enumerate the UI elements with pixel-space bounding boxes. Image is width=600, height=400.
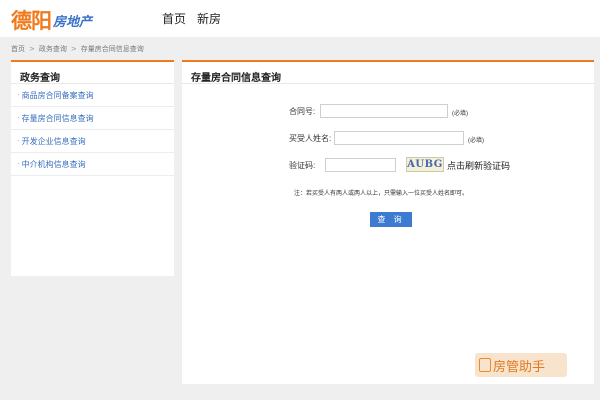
contract-number-label: 合同号: [289, 107, 316, 116]
breadcrumb: 首页 > 政务查询 > 存量房合同信息查询 [11, 44, 144, 54]
submit-query-button[interactable]: 查 询 [370, 212, 412, 227]
site-header: 德阳 房地产 首页 新房 [0, 0, 600, 37]
captcha-refresh-link[interactable]: 点击刷新验证码 [447, 159, 510, 172]
buyer-name-label: 买受人姓名: [289, 134, 332, 143]
watermark-badge: 房管助手 [475, 353, 567, 377]
breadcrumb-separator-icon: > [29, 45, 35, 53]
site-logo[interactable]: 德阳 房地产 [11, 6, 92, 32]
breadcrumb-gov-query[interactable]: 政务查询 [39, 44, 67, 54]
sidebar-item-agency[interactable]: · 中介机构信息查询 [11, 153, 174, 176]
bullet-icon: · [17, 159, 20, 168]
breadcrumb-current: 存量房合同信息查询 [80, 45, 144, 53]
sidebar-item-commercial-contract[interactable]: · 商品房合同备案查询 [11, 84, 174, 107]
top-nav: 首页 新房 [162, 10, 232, 27]
nav-new-homes-link[interactable]: 新房 [197, 10, 221, 27]
form-note: 注：若买受人有两人或两人以上，只需输入一位买受人姓名即可。 [294, 191, 469, 197]
sidebar-item-label: 中介机构信息查询 [21, 160, 86, 169]
bullet-icon: · [17, 90, 20, 99]
main-panel: 存量房合同信息查询 合同号: (必填) 买受人姓名: (必填) 验证码: AUB… [182, 60, 594, 384]
buyer-required-hint: (必填) [468, 138, 484, 144]
page-title: 存量房合同信息查询 [182, 62, 594, 84]
sidebar-item-developer[interactable]: · 开发企业信息查询 [11, 130, 174, 153]
contract-number-input[interactable] [320, 104, 448, 118]
breadcrumb-separator-icon: > [70, 45, 77, 53]
sidebar-item-label: 存量房合同信息查询 [21, 114, 94, 123]
logo-main-text: 德阳 [11, 8, 52, 33]
buyer-name-input[interactable] [334, 131, 464, 145]
sidebar-item-label: 开发企业信息查询 [21, 137, 86, 146]
sidebar-title: 政务查询 [11, 62, 174, 84]
house-icon [479, 358, 491, 372]
bullet-icon: · [17, 113, 20, 122]
sidebar-item-label: 商品房合同备案查询 [21, 91, 94, 100]
captcha-label: 验证码: [289, 161, 316, 170]
watermark-text: 房管助手 [493, 358, 546, 374]
logo-sub-text: 房地产 [53, 15, 93, 30]
breadcrumb-home[interactable]: 首页 [11, 44, 25, 54]
contract-required-hint: (必填) [452, 111, 468, 117]
bullet-icon: · [17, 136, 20, 145]
sidebar: 政务查询 · 商品房合同备案查询 · 存量房合同信息查询 · 开发企业信息查询 … [11, 60, 174, 276]
sidebar-item-existing-contract[interactable]: · 存量房合同信息查询 [11, 107, 174, 130]
captcha-image[interactable]: AUBG [406, 157, 444, 172]
nav-home-link[interactable]: 首页 [162, 10, 186, 27]
captcha-input[interactable] [325, 158, 396, 172]
